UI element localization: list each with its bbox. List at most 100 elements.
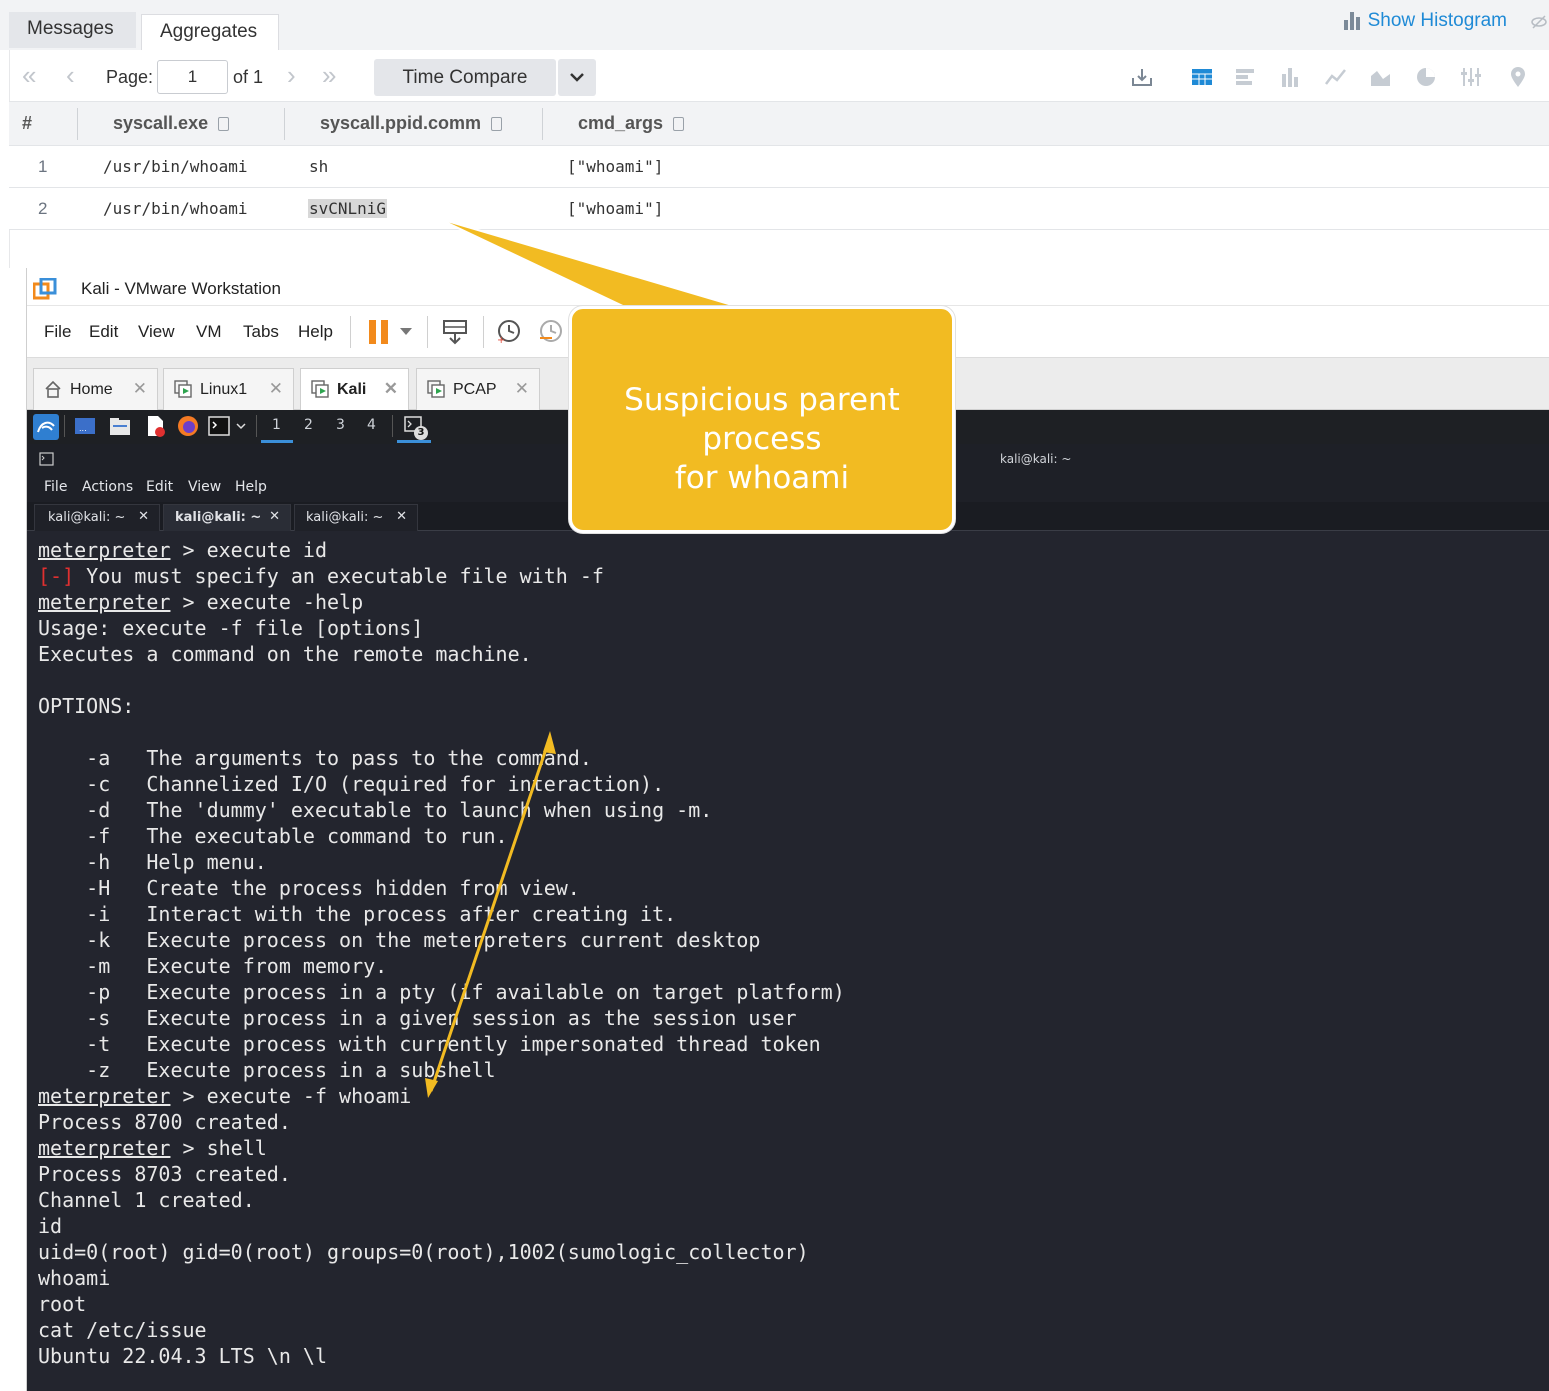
show-histogram-link[interactable]: Show Histogram [1343,10,1507,32]
home-icon [45,380,61,398]
pause-icon[interactable] [369,320,389,344]
workspace-3[interactable]: 3 [336,417,345,433]
terminal-tab-active[interactable]: kali@kali: ~ ✕ [163,504,291,531]
terminal-line: Executes a command on the remote machine… [38,641,1538,667]
menu-edit[interactable]: Edit [89,322,118,342]
terminal-icon[interactable] [208,415,230,437]
first-page-icon[interactable]: « [22,62,36,88]
terminal-menu-help[interactable]: Help [235,479,267,495]
table-row[interactable]: 1 /usr/bin/whoami sh ["whoami"] [9,146,1549,188]
time-compare-dropdown[interactable] [558,59,596,96]
download-icon[interactable] [1131,66,1153,88]
settings-sliders-icon[interactable] [1460,66,1482,88]
menu-view[interactable]: View [138,322,175,342]
terminal-line: -d The 'dummy' executable to launch when… [38,797,1538,823]
terminal-line: whoami [38,1265,1538,1291]
terminal-line-text: You must specify an executable file with… [74,564,604,588]
chevron-down-icon[interactable] [400,328,412,336]
terminal-line: -s Execute process in a given session as… [38,1005,1538,1031]
terminal-menu-view[interactable]: View [188,479,221,495]
vmware-titlebar: Kali - VMware Workstation [27,268,1549,306]
eye-slash-icon[interactable] [1531,14,1547,30]
desktop-icon[interactable]: ... [74,415,96,437]
meterpreter-prompt: meterpreter [38,1136,171,1160]
send-ctrl-alt-del-icon[interactable] [441,318,469,346]
terminal-line: meterpreter > shell [38,1135,1538,1161]
workspace-4[interactable]: 4 [367,417,376,433]
terminal-line-text: Process 8703 created. [38,1162,291,1186]
menu-help[interactable]: Help [298,322,333,342]
cell-cmd-args: ["whoami"] [567,157,664,176]
snapshot-icon[interactable]: + [496,318,522,344]
workspace-1[interactable]: 1 [272,417,281,433]
last-page-icon[interactable]: » [322,62,336,88]
bar-vertical-icon[interactable] [1280,66,1302,88]
bar-horizontal-icon[interactable] [1235,66,1257,88]
column-header-cmd-args[interactable]: cmd_args [578,113,685,134]
copy-icon[interactable] [491,116,503,131]
close-icon[interactable]: ✕ [269,379,283,399]
tab-pcap[interactable]: PCAP ✕ [416,368,540,410]
vm-running-icon [174,380,192,398]
meterpreter-prompt: meterpreter [38,590,171,614]
tab-aggregates[interactable]: Aggregates [141,14,279,50]
revert-snapshot-icon[interactable] [538,318,564,344]
terminal-tab[interactable]: kali@kali: ~ ✕ [34,504,160,531]
table-icon[interactable] [1191,66,1213,88]
tab-kali-label: Kali [337,381,367,398]
tab-messages[interactable]: Messages [9,12,136,48]
terminal-line-text: -f The executable command to run. [38,824,508,848]
terminal-menu-actions[interactable]: Actions [82,479,133,495]
area-chart-icon[interactable] [1370,66,1392,88]
line-chart-icon[interactable] [1325,66,1347,88]
close-icon[interactable]: ✕ [269,509,280,524]
terminal-line-text: -d The 'dummy' executable to launch when… [38,798,713,822]
terminal-line-text: root [38,1292,87,1316]
terminal-output[interactable]: meterpreter > execute id [-] You must spe… [38,537,1538,1369]
terminal-menu-edit[interactable]: Edit [146,479,173,495]
firefox-icon[interactable] [177,415,199,437]
map-pin-icon[interactable] [1507,66,1529,88]
file-manager-icon[interactable] [109,415,131,437]
meterpreter-prompt: meterpreter [38,538,171,562]
workspace-2[interactable]: 2 [304,417,313,433]
table-row[interactable]: 2 /usr/bin/whoami svCNLniG ["whoami"] [9,188,1549,230]
copy-icon[interactable] [218,116,230,131]
terminal-menu-file[interactable]: File [44,479,67,495]
cell-syscall-ppid-comm: sh [309,157,329,176]
chevron-down-icon[interactable] [236,423,246,430]
terminal-line: [-] You must specify an executable file … [38,563,1538,589]
menu-tabs[interactable]: Tabs [243,322,279,342]
close-icon[interactable]: ✕ [515,379,529,399]
close-icon[interactable]: ✕ [133,379,147,399]
tab-kali[interactable]: Kali ✕ [300,368,409,410]
terminal-line: Ubuntu 22.04.3 LTS \n \l [38,1343,1538,1369]
prev-page-icon[interactable]: ‹ [66,62,75,88]
close-icon[interactable]: ✕ [384,379,398,399]
terminal-line-text: -i Interact with the process after creat… [38,902,677,926]
terminal-line: cat /etc/issue [38,1317,1538,1343]
menu-vm[interactable]: VM [196,322,222,342]
close-icon[interactable]: ✕ [396,509,407,524]
error-marker: [-] [38,564,75,588]
column-header-syscall-ppid-comm[interactable]: syscall.ppid.comm [320,113,503,134]
terminal-tab[interactable]: kali@kali: ~ ✕ [294,504,418,531]
copy-icon[interactable] [673,116,685,131]
terminal-line-text: whoami [38,1266,111,1290]
callout-text: Suspicious parent process for whoami [572,381,952,498]
close-icon[interactable]: ✕ [138,509,149,524]
terminal-line-text: -p Execute process in a pty (if availabl… [38,980,845,1004]
pagination-toolbar: « ‹ Page: of 1 › » Time Compare [9,50,1549,102]
pie-chart-icon[interactable] [1415,66,1437,88]
page-number-input[interactable] [157,60,228,94]
terminal-line-text: id [38,1214,63,1238]
column-header-syscall-exe[interactable]: syscall.exe [113,113,230,134]
time-compare-button[interactable]: Time Compare [374,59,556,96]
text-editor-icon[interactable] [144,415,166,437]
kali-menu-icon[interactable] [33,414,59,440]
next-page-icon[interactable]: › [287,62,296,88]
menu-file[interactable]: File [44,322,71,342]
tab-linux1[interactable]: Linux1 ✕ [163,368,294,410]
tab-home[interactable]: Home ✕ [33,368,158,410]
row-number: 1 [38,157,48,176]
